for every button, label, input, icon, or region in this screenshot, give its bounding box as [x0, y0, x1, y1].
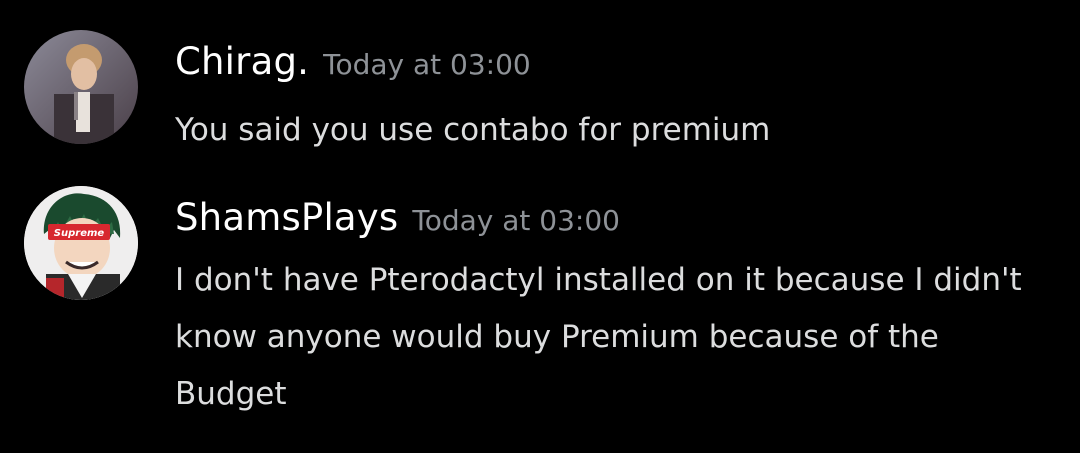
message-header: ShamsPlays Today at 03:00	[175, 196, 620, 239]
message-header: Chirag. Today at 03:00	[175, 40, 531, 83]
username[interactable]: Chirag.	[175, 40, 309, 83]
supreme-label: Supreme	[54, 228, 105, 239]
user-avatar-icon[interactable]	[24, 30, 138, 144]
timestamp: Today at 03:00	[412, 204, 620, 237]
username[interactable]: ShamsPlays	[175, 196, 398, 239]
message-text: You said you use contabo for premium	[175, 112, 771, 148]
message-text: I don't have Pterodactyl installed on it…	[175, 262, 1022, 412]
user-avatar-icon[interactable]: Supreme	[24, 186, 138, 300]
timestamp: Today at 03:00	[323, 48, 531, 81]
